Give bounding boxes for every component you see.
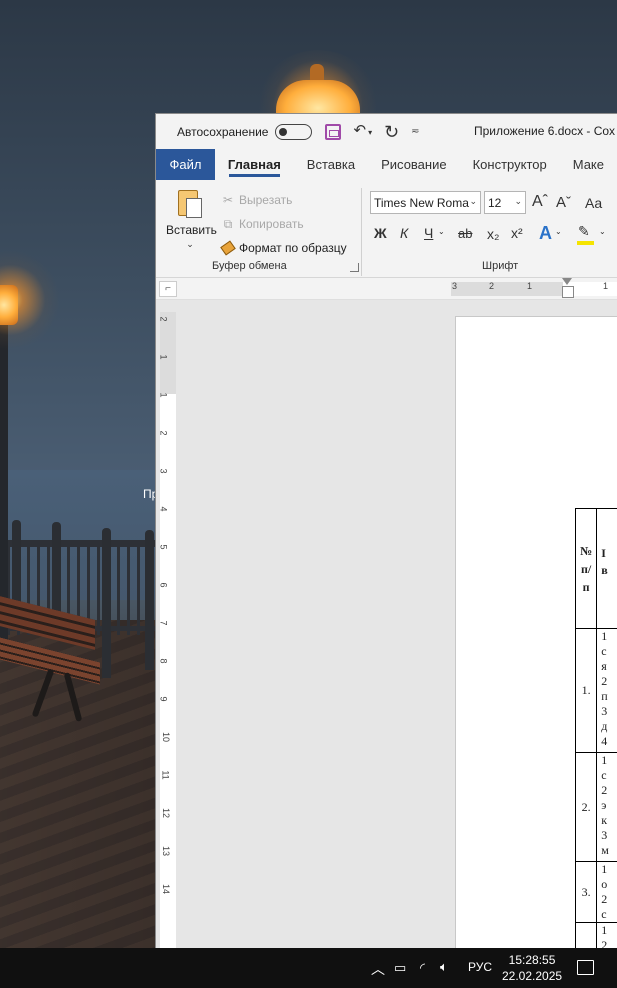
chevron-up-icon[interactable]: ︿ (371, 959, 385, 979)
vertical-ruler-number: 2 (158, 430, 169, 436)
chevron-down-icon: ⌄ (469, 196, 477, 206)
table-row: 3. 1 о 2 с (574, 861, 617, 923)
format-painter-button[interactable]: Формат по образцу (220, 236, 347, 260)
volume-icon[interactable]: 🔈︎ (440, 959, 448, 975)
save-icon[interactable] (325, 123, 342, 140)
table-cell: І в (596, 508, 617, 629)
autosave-label: Автосохранение (177, 124, 269, 139)
wallpaper-lamp-pole (0, 320, 8, 640)
wallpaper-lamp (0, 285, 18, 325)
font-size-select[interactable]: 12 ⌄ (484, 191, 526, 214)
table-cell: 1. (574, 628, 598, 753)
table-cell: № п/ п (574, 508, 598, 629)
table-cell: 2. (574, 752, 598, 862)
tab-design[interactable]: Конструктор (460, 149, 560, 180)
table-row: 1 2 (574, 922, 617, 948)
table-row: 2. 1 с 2 э к 3 м (574, 752, 617, 862)
clipboard-dialog-launcher-icon[interactable] (350, 263, 359, 272)
tab-selector-icon[interactable]: ⌐ (159, 281, 177, 297)
table-cell: 1 с 2 э к 3 м (596, 752, 617, 862)
grow-font-button[interactable]: Aˆ (532, 193, 548, 211)
document-table[interactable]: № п/ п І в 1. 1 с я 2 п 3 д 4 2. 1 с 2 э… (574, 508, 617, 948)
paste-button[interactable]: Вставить ⌄ (166, 188, 217, 250)
chevron-down-icon[interactable]: ⌄ (438, 227, 445, 236)
wifi-icon[interactable]: ◜ (420, 960, 425, 976)
clipboard-group-label: Буфер обмена (212, 260, 287, 272)
copy-button[interactable]: ⧉ Копировать (221, 212, 347, 236)
language-indicator[interactable]: РУС (468, 960, 492, 974)
copy-icon: ⧉ (223, 216, 233, 231)
notification-icon[interactable] (577, 960, 594, 975)
cut-button[interactable]: ✂ Вырезать (221, 188, 347, 212)
indent-marker[interactable] (562, 278, 574, 300)
document-title: Приложение 6.docx - Сох (474, 124, 615, 138)
vertical-ruler-number: 6 (158, 582, 169, 588)
horizontal-ruler: ⌐ 3 2 1 1 (156, 278, 617, 300)
autosave-toggle[interactable] (275, 123, 313, 140)
table-cell: 1 2 (596, 922, 617, 948)
paintbrush-icon (220, 240, 236, 256)
font-group-label: Шрифт (482, 260, 519, 272)
paste-icon (176, 188, 204, 220)
document-canvas: 2 1 1 2 3 4 5 6 7 8 9 10 11 12 13 14 № п/ п І в 1. 1 с … (156, 300, 617, 948)
font-name-select[interactable]: Times New Roma ⌄ (370, 191, 481, 214)
vertical-ruler-number: 5 (158, 544, 169, 550)
table-cell: 1 с я 2 п 3 д 4 (596, 628, 617, 753)
battery-icon[interactable]: ▭ (394, 960, 406, 976)
vertical-ruler-number: 1 (158, 354, 169, 360)
vertical-ruler-number: 11 (160, 770, 171, 780)
shrink-font-button[interactable]: Aˇ (556, 194, 571, 211)
vertical-ruler-number: 4 (158, 506, 169, 512)
vertical-ruler-number: 7 (158, 620, 169, 626)
chevron-down-icon[interactable]: ⌄ (599, 227, 606, 236)
paste-label: Вставить (166, 223, 217, 237)
vertical-ruler-number: 9 (158, 696, 169, 702)
clock[interactable]: 15:28:55 22.02.2025 (502, 952, 562, 984)
taskbar: ︿ ▭ ◜ 🔈︎ РУС 15:28:55 22.02.2025 (0, 948, 617, 988)
highlighter-icon[interactable]: ✎ (577, 223, 594, 245)
customize-qat-icon[interactable]: ≂ (411, 124, 419, 140)
italic-button[interactable]: К (400, 225, 408, 241)
table-cell (574, 922, 598, 948)
superscript-button[interactable]: x² (511, 225, 523, 241)
redo-icon[interactable]: ↻ (384, 123, 399, 141)
document-page[interactable]: № п/ п І в 1. 1 с я 2 п 3 д 4 2. 1 с 2 э… (455, 316, 617, 948)
vertical-ruler-number: 2 (158, 316, 169, 322)
chevron-down-icon: ⌄ (514, 196, 522, 206)
ribbon: Вставить ⌄ ✂ Вырезать ⧉ Копировать Форма… (156, 180, 617, 278)
vertical-ruler-number: 1 (158, 392, 169, 398)
tab-draw[interactable]: Рисование (368, 149, 459, 180)
table-row: 1. 1 с я 2 п 3 д 4 (574, 628, 617, 753)
table-row: № п/ п І в (574, 508, 617, 629)
change-case-button[interactable]: Aa (585, 195, 602, 211)
chevron-down-icon[interactable]: ⌄ (166, 239, 214, 250)
strikethrough-button[interactable]: ab (458, 226, 472, 241)
chevron-down-icon[interactable]: ⌄ (555, 227, 562, 236)
vertical-ruler-number: 10 (161, 731, 172, 743)
text-effects-button[interactable]: A (539, 223, 552, 244)
tab-home[interactable]: Главная (215, 149, 294, 180)
scissors-icon: ✂ (222, 193, 234, 207)
clock-date: 22.02.2025 (502, 969, 563, 983)
table-cell: 3. (574, 861, 598, 923)
title-bar: Автосохранение ↶ ▾ ↻ ≂ Приложение 6.docx … (156, 114, 617, 149)
ribbon-tabs: Файл Главная Вставка Рисование Конструкт… (156, 149, 617, 180)
word-window: Автосохранение ↶ ▾ ↻ ≂ Приложение 6.docx … (155, 113, 617, 948)
tab-file[interactable]: Файл (156, 149, 215, 180)
table-cell: 1 о 2 с (596, 861, 617, 923)
clock-time: 15:28:55 (508, 953, 556, 967)
vertical-ruler-number: 13 (161, 845, 172, 857)
vertical-ruler-number: 8 (158, 658, 169, 664)
subscript-button[interactable]: x₂ (487, 226, 499, 242)
tab-layout[interactable]: Маке (560, 149, 617, 180)
tab-insert[interactable]: Вставка (294, 149, 368, 180)
vertical-ruler-number: 14 (161, 883, 172, 895)
bold-button[interactable]: Ж (374, 225, 387, 241)
underline-button[interactable]: Ч (424, 225, 433, 241)
undo-icon[interactable]: ↶ ▾ (353, 122, 372, 141)
vertical-ruler-number: 12 (161, 807, 172, 819)
vertical-ruler-number: 3 (158, 468, 169, 474)
